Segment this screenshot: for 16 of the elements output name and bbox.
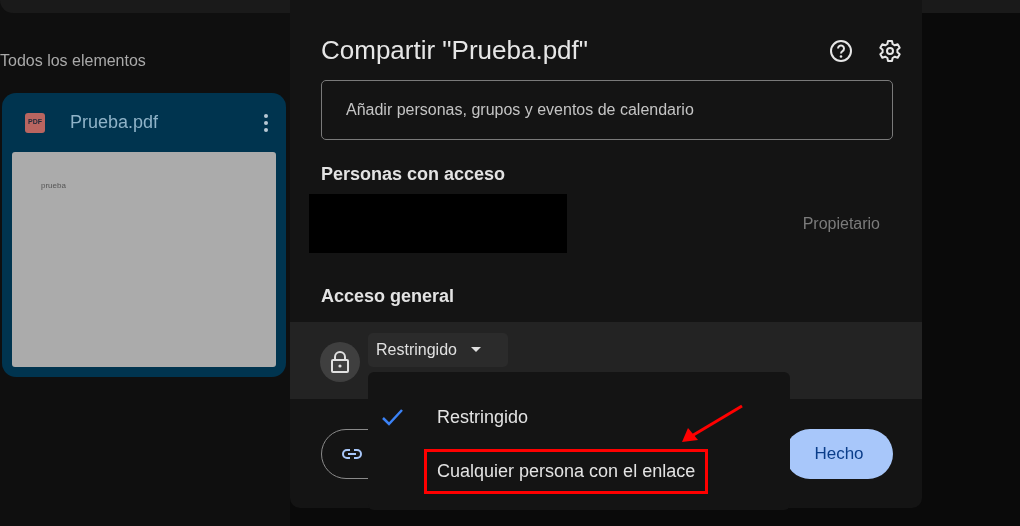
section-heading: Personas con acceso xyxy=(321,164,507,186)
add-people-field[interactable]: Añadir personas, grupos y eventos de calendario xyxy=(321,80,893,140)
preview-text: prueba xyxy=(41,180,66,192)
file-name: Prueba.pdf xyxy=(70,111,160,134)
lock-icon xyxy=(320,341,360,382)
access-dropdown[interactable]: Restringido xyxy=(368,332,508,367)
more-options-icon[interactable] xyxy=(264,113,268,132)
settings-icon[interactable] xyxy=(878,39,902,63)
help-icon[interactable] xyxy=(829,39,853,63)
section-title: Todos los elementos xyxy=(0,51,146,71)
dialog-title: Compartir "Prueba.pdf" xyxy=(321,35,590,67)
link-icon xyxy=(342,448,362,461)
section-heading: Acceso general xyxy=(321,285,456,308)
role-label: Propietario xyxy=(802,213,880,234)
annotation-arrow xyxy=(680,404,744,444)
caret-icon xyxy=(470,347,481,353)
